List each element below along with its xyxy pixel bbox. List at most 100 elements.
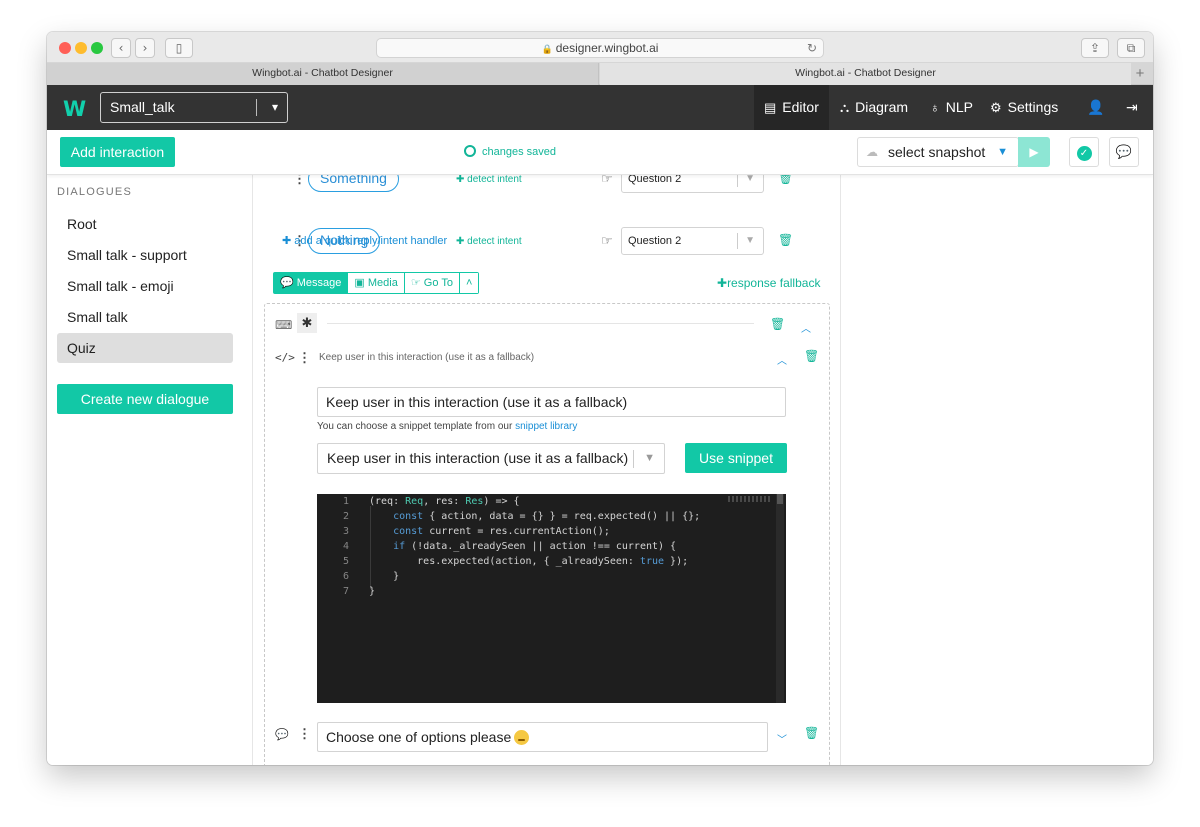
forward-icon[interactable]: › bbox=[135, 38, 155, 58]
browser-tab[interactable]: Wingbot.ai - Chatbot Designer bbox=[47, 63, 599, 85]
editor-scrollbar[interactable] bbox=[776, 494, 784, 703]
sidebar-toggle-icon[interactable]: ▯ bbox=[165, 38, 193, 58]
snippet-name-input[interactable]: Keep user in this interaction (use it as… bbox=[317, 387, 786, 417]
new-tab-icon[interactable]: + bbox=[1131, 63, 1149, 84]
nav-nlp[interactable]: ♁ NLP bbox=[930, 85, 973, 130]
maximize-window-button[interactable] bbox=[91, 42, 103, 54]
wingbot-logo[interactable]: W bbox=[63, 97, 86, 121]
select-divider bbox=[633, 450, 634, 468]
logout-icon[interactable]: ⇥ bbox=[1126, 85, 1138, 130]
add-quick-reply-label: add a quick reply/intent handler bbox=[294, 235, 448, 247]
add-quick-reply-link[interactable]: ✚ add a quick reply/intent handler bbox=[282, 234, 447, 247]
keyboard-icon[interactable]: ⌨ bbox=[275, 318, 292, 332]
asterisk-icon[interactable]: ✱ bbox=[297, 313, 317, 333]
image-icon: ▣ bbox=[354, 277, 365, 289]
select-divider bbox=[737, 175, 738, 187]
message-icon: 💬 bbox=[280, 277, 294, 289]
back-icon[interactable]: ‹ bbox=[111, 38, 131, 58]
save-status: changes saved bbox=[464, 145, 556, 159]
target-select[interactable]: Question 2 ▼ bbox=[621, 175, 764, 193]
validate-button[interactable]: ✓ bbox=[1069, 137, 1099, 167]
chat-test-button[interactable]: 💬 bbox=[1109, 137, 1139, 167]
trash-icon[interactable]: 🗑 bbox=[778, 233, 793, 247]
scrollbar-thumb[interactable] bbox=[777, 494, 783, 504]
play-button[interactable]: ▶ bbox=[1018, 137, 1050, 167]
tabs-overview-icon[interactable]: ⧉ bbox=[1117, 38, 1145, 58]
nav-settings[interactable]: ⚙ Settings bbox=[990, 85, 1058, 130]
response-fallback-label: response fallback bbox=[727, 276, 821, 290]
trash-icon[interactable]: 🗑 bbox=[804, 349, 819, 363]
tab-message[interactable]: 💬 Message bbox=[274, 273, 349, 293]
browser-tab-active[interactable]: Wingbot.ai - Chatbot Designer bbox=[600, 63, 1131, 85]
use-snippet-button[interactable]: Use snippet bbox=[685, 443, 787, 473]
gears-icon: ⚙ bbox=[990, 100, 1002, 115]
sidebar-item-small-talk[interactable]: Small talk bbox=[57, 302, 233, 332]
trash-icon[interactable]: 🗑 bbox=[804, 726, 819, 740]
snapshot-label: select snapshot bbox=[888, 144, 986, 160]
snippet-template-value: Keep user in this interaction (use it as… bbox=[327, 450, 629, 466]
response-fallback-link[interactable]: ✚response fallback bbox=[717, 276, 820, 290]
bot-name: Small_talk bbox=[110, 99, 175, 115]
chevron-down-icon[interactable]: ﹀ bbox=[777, 731, 787, 746]
select-divider bbox=[737, 233, 738, 249]
code-line: } bbox=[369, 571, 400, 582]
chevron-down-icon: ▾ bbox=[271, 100, 278, 114]
bot-selector[interactable]: Small_talk ▾ bbox=[100, 92, 288, 123]
quick-reply-button[interactable]: Something bbox=[308, 175, 399, 192]
address-bar[interactable]: 🔒 designer.wingbot.ai ↻ bbox=[376, 38, 824, 58]
reload-icon[interactable]: ↻ bbox=[807, 39, 817, 57]
snapshot-select[interactable]: ☁ select snapshot ▼ bbox=[857, 137, 1019, 167]
code-line: const { action, data = {} } = req.expect… bbox=[393, 511, 701, 522]
share-icon[interactable]: ⇪ bbox=[1081, 38, 1109, 58]
minimize-window-button[interactable] bbox=[75, 42, 87, 54]
speech-bubble-icon: 💬 bbox=[275, 729, 289, 741]
snippet-template-select[interactable]: Keep user in this interaction (use it as… bbox=[317, 443, 665, 474]
chevron-down-icon: ▼ bbox=[745, 235, 755, 246]
user-icon[interactable]: 👤 bbox=[1087, 85, 1104, 130]
chevron-up-icon[interactable]: ︿ bbox=[777, 352, 787, 367]
sitemap-icon: ⛬ bbox=[840, 100, 850, 115]
chevron-up-icon[interactable]: ︿ bbox=[801, 320, 811, 335]
drag-handle-icon[interactable]: ⋮ bbox=[298, 351, 311, 365]
nav-settings-label: Settings bbox=[1007, 99, 1059, 115]
tab-goto[interactable]: ☞ Go To bbox=[404, 273, 460, 293]
chevron-down-icon: ▼ bbox=[745, 175, 755, 184]
sidebar-item-root[interactable]: Root bbox=[57, 209, 233, 239]
action-bar: Add interaction changes saved ☁ select s… bbox=[47, 130, 1153, 175]
sidebar-item-small-talk-emoji[interactable]: Small talk - emoji bbox=[57, 271, 233, 301]
preview-pane bbox=[840, 175, 1153, 765]
tab-goto-label: Go To bbox=[423, 277, 453, 289]
nav-editor-label: Editor bbox=[782, 99, 819, 115]
dialogues-sidebar: DIALOGUES Root Small talk - support Smal… bbox=[47, 175, 253, 765]
detect-intent-link[interactable]: ✚ detect intent bbox=[456, 236, 522, 247]
message-text-input[interactable]: Choose one of options please bbox=[317, 722, 768, 752]
drag-handle-icon[interactable]: ⋮ bbox=[293, 175, 306, 186]
target-select[interactable]: Question 2 ▼ bbox=[621, 227, 764, 255]
snippet-header: Keep user in this interaction (use it as… bbox=[319, 352, 535, 363]
snippet-library-link[interactable]: snippet library bbox=[515, 421, 577, 432]
create-dialogue-button[interactable]: Create new dialogue bbox=[57, 384, 233, 414]
code-line: (req: Req, res: Res) => { bbox=[369, 496, 520, 507]
sidebar-item-quiz[interactable]: Quiz bbox=[57, 333, 233, 363]
lock-icon: 🔒 bbox=[541, 44, 553, 54]
detect-intent-link[interactable]: ✚ detect intent bbox=[456, 175, 522, 185]
add-interaction-button[interactable]: Add interaction bbox=[60, 137, 175, 167]
nav-diagram[interactable]: ⛬ Diagram bbox=[840, 85, 908, 130]
sidebar-item-small-talk-support[interactable]: Small talk - support bbox=[57, 240, 233, 270]
check-circle-icon: ✓ bbox=[1076, 146, 1092, 161]
close-window-button[interactable] bbox=[59, 42, 71, 54]
trash-icon[interactable]: 🗑 bbox=[770, 317, 785, 331]
minimap-preview bbox=[728, 496, 772, 502]
cloud-upload-icon: ☁ bbox=[866, 145, 878, 159]
code-editor[interactable]: 1 2 3 4 5 6 7 (req: Req, res: Res) => { … bbox=[317, 494, 786, 703]
collapse-tabs-button[interactable]: ˄ bbox=[459, 273, 479, 293]
pointer-icon: ☞ bbox=[601, 233, 613, 248]
trash-icon[interactable]: 🗑 bbox=[778, 175, 793, 185]
message-text: Choose one of options please bbox=[326, 729, 512, 745]
browser-window: ‹ › ▯ 🔒 designer.wingbot.ai ↻ ⇪ ⧉ Wingbot… bbox=[47, 32, 1153, 765]
tab-media[interactable]: ▣ Media bbox=[348, 273, 405, 293]
nav-editor[interactable]: ▤ Editor bbox=[754, 85, 829, 130]
app-navbar: W Small_talk ▾ ▤ Editor ⛬ Diagram ♁ NLP ⚙ Se… bbox=[47, 85, 1153, 130]
line-number: 4 bbox=[342, 541, 349, 552]
drag-handle-icon[interactable]: ⋮ bbox=[298, 727, 311, 741]
